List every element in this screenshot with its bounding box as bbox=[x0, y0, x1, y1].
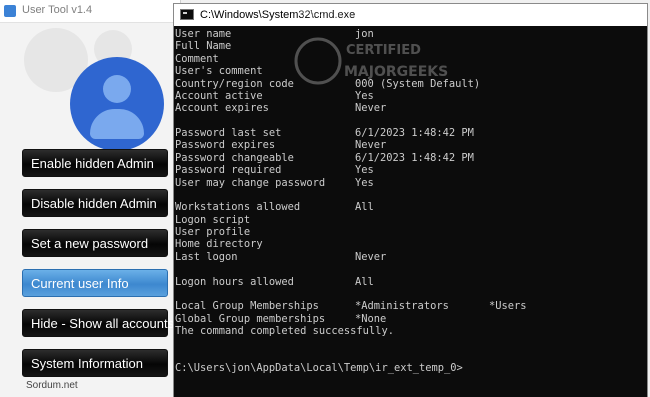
console-label: Full Name bbox=[175, 40, 232, 53]
console-label: Password changeable bbox=[175, 151, 294, 164]
app-title: User Tool v1.4 bbox=[22, 4, 93, 16]
app-title-bar[interactable]: User Tool v1.4 bbox=[0, 0, 180, 23]
system-information-button[interactable]: System Information bbox=[22, 349, 168, 377]
console-output: User name jon Full Name Comment User's comme… bbox=[174, 28, 647, 397]
avatar-body bbox=[90, 109, 144, 139]
avatar-head bbox=[103, 75, 131, 103]
console-value: jon bbox=[355, 28, 374, 40]
console-line: Last logon Never bbox=[175, 251, 647, 263]
cmd-window[interactable]: C:\Windows\System32\cmd.exe TESTED • 100… bbox=[173, 3, 648, 397]
console-line: Country/region code 000 (System Default) bbox=[175, 78, 647, 90]
console-label: Last logon bbox=[175, 250, 238, 263]
console-line: Password changeable 6/1/2023 1:48:42 PM bbox=[175, 152, 647, 164]
console-value: *None bbox=[355, 312, 387, 325]
console-label: Password required bbox=[175, 164, 282, 177]
console-value: Never bbox=[355, 250, 387, 263]
console-value: 6/1/2023 1:48:42 PM bbox=[355, 151, 474, 164]
cmd-title: C:\Windows\System32\cmd.exe bbox=[200, 9, 356, 21]
set-new-password-button[interactable]: Set a new password bbox=[22, 229, 168, 257]
console-value: 6/1/2023 1:48:42 PM bbox=[355, 127, 474, 139]
console-line: Comment bbox=[175, 53, 647, 65]
console-line: User profile bbox=[175, 226, 647, 238]
console-label: Local Group Memberships bbox=[175, 300, 319, 313]
console-label: Comment bbox=[175, 52, 219, 65]
hide-show-accounts-button[interactable]: Hide - Show all accounts bbox=[22, 309, 174, 337]
console-value-secondary: *Users bbox=[489, 300, 527, 313]
console-label: Account expires bbox=[175, 102, 269, 115]
console-line: Logon script bbox=[175, 214, 647, 226]
console-value: All bbox=[355, 201, 374, 214]
enable-hidden-admin-button[interactable]: Enable hidden Admin bbox=[22, 149, 168, 177]
console-value: All bbox=[355, 275, 374, 288]
console-line: User name jon bbox=[175, 28, 647, 40]
console-value: Yes bbox=[355, 176, 374, 189]
console-line: The command completed successfully. bbox=[175, 325, 647, 337]
console-label: Country/region code bbox=[175, 77, 294, 90]
console-value: Never bbox=[355, 139, 387, 152]
app-icon bbox=[4, 5, 16, 17]
cmd-title-bar[interactable]: C:\Windows\System32\cmd.exe bbox=[174, 4, 647, 26]
user-avatar-icon bbox=[70, 57, 164, 151]
console-label: Home directory bbox=[175, 238, 263, 251]
console-label: Logon script bbox=[175, 213, 251, 226]
console-label: Workstations allowed bbox=[175, 201, 301, 214]
console-line: Workstations allowed All bbox=[175, 201, 647, 213]
console-label: The command completed successfully. bbox=[175, 325, 394, 337]
console-value: Yes bbox=[355, 164, 374, 177]
console-label: User may change password bbox=[175, 176, 326, 189]
console-label: Password last set bbox=[175, 127, 282, 139]
console-line: Logon hours allowed All bbox=[175, 276, 647, 288]
current-user-info-button[interactable]: Current user Info bbox=[22, 269, 168, 297]
console-label: C:\Users\jon\AppData\Local\Temp\ir_ext_t… bbox=[175, 362, 463, 375]
console-line: Global Group memberships *None bbox=[175, 313, 647, 325]
console-label: User profile bbox=[175, 226, 251, 238]
console-label: Password expires bbox=[175, 139, 276, 152]
console-value: Never bbox=[355, 102, 387, 115]
console-label: User name bbox=[175, 28, 232, 40]
console-value: Yes bbox=[355, 89, 374, 102]
console-line: Local Group Memberships *Administrators *U… bbox=[175, 300, 647, 312]
console-line: User may change password Yes bbox=[175, 177, 647, 189]
console-line: Home directory bbox=[175, 238, 647, 250]
disable-hidden-admin-button[interactable]: Disable hidden Admin bbox=[22, 189, 168, 217]
console-line: Account active Yes bbox=[175, 90, 647, 102]
console-line: Account expires Never bbox=[175, 102, 647, 114]
console-label: Account active bbox=[175, 89, 263, 102]
console-label: User's comment bbox=[175, 65, 263, 78]
console-line: Password last set 6/1/2023 1:48:42 PM bbox=[175, 127, 647, 139]
console-line: C:\Users\jon\AppData\Local\Temp\ir_ext_t… bbox=[175, 362, 647, 374]
user-tool-window: User Tool v1.4 Enable hidden Admin Disab… bbox=[0, 0, 181, 397]
console-label: Global Group memberships bbox=[175, 312, 326, 325]
console-label: Logon hours allowed bbox=[175, 275, 294, 288]
console-value: *Administrators bbox=[355, 300, 449, 313]
console-line: Password required Yes bbox=[175, 164, 647, 176]
sordum-link[interactable]: Sordum.net bbox=[26, 380, 78, 391]
console-line: Full Name bbox=[175, 40, 647, 52]
console-line: Password expires Never bbox=[175, 139, 647, 151]
cmd-icon bbox=[180, 9, 194, 20]
console-line: User's comment bbox=[175, 65, 647, 77]
console-value: 000 (System Default) bbox=[355, 77, 481, 90]
